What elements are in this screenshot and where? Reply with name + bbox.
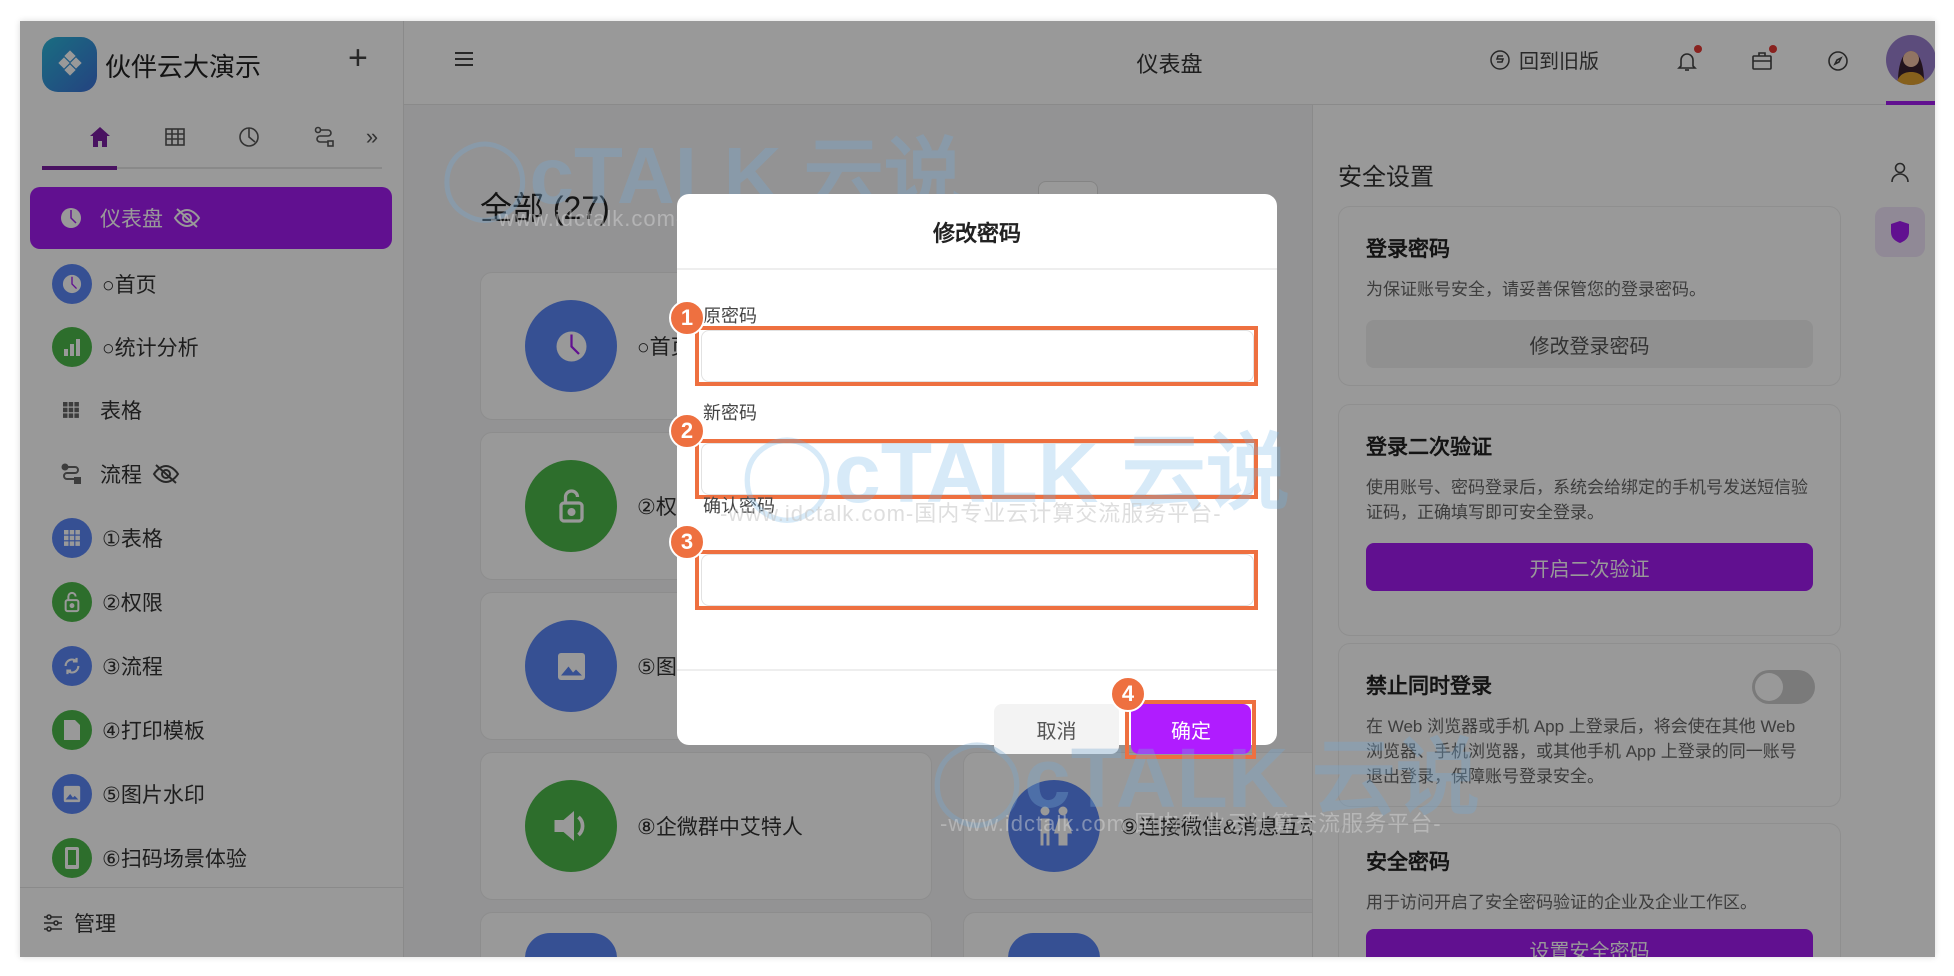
confirm-button[interactable]: 确定 <box>1131 704 1251 754</box>
step-badge-4: 4 <box>1110 676 1146 712</box>
step-badge-1: 1 <box>669 300 705 336</box>
change-password-dialog: 修改密码 原密码 1 新密码 2 确认密码 3 取消 确定 4 <box>669 194 1277 759</box>
cancel-button[interactable]: 取消 <box>994 704 1119 754</box>
password-field-3[interactable] <box>701 554 1254 606</box>
step-badge-3: 3 <box>669 524 705 560</box>
dialog-title: 修改密码 <box>932 221 1021 246</box>
divider <box>677 268 1277 270</box>
field-label: 确认密码 <box>703 496 775 516</box>
password-field-1[interactable] <box>701 330 1254 382</box>
field-label: 原密码 <box>703 306 757 326</box>
field-label: 新密码 <box>703 403 757 423</box>
password-field-2[interactable] <box>701 443 1254 495</box>
step-badge-2: 2 <box>669 413 705 449</box>
app-window: 伙伴云大演示 + » 仪表盘 ○首页 ○统计分析 表格 流程 ①表格 ②权限 ③流程 ④打印模板… <box>20 21 1935 957</box>
divider <box>677 669 1277 671</box>
